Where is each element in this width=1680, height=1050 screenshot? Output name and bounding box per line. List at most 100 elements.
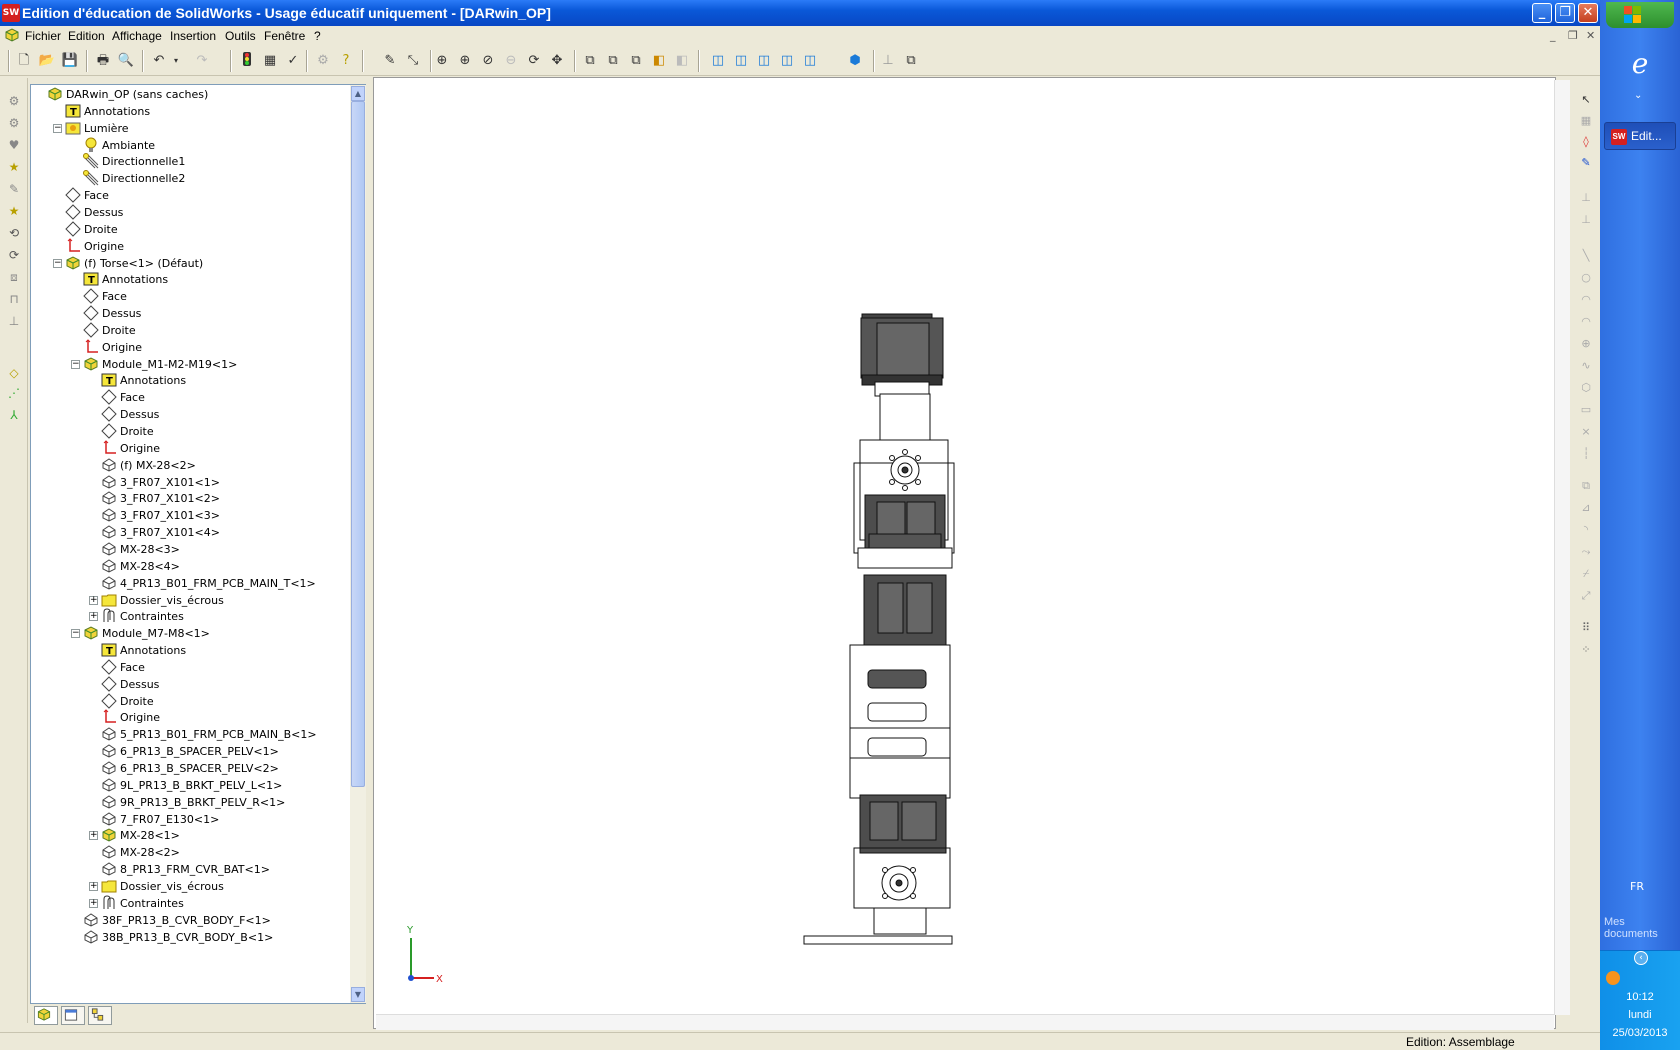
insert-component-icon[interactable]: ★ (5, 158, 23, 176)
my-documents-label[interactable]: Mes documents (1604, 916, 1680, 940)
wireframe-icon[interactable]: ⧉ (580, 51, 600, 71)
axis-tool-icon[interactable]: ⋰ (5, 384, 23, 402)
tree-item[interactable]: 6_PR13_B_SPACER_PELV<1> (101, 743, 279, 760)
print-icon[interactable]: 🖶 (93, 51, 113, 71)
collapse-icon[interactable]: − (53, 123, 62, 133)
select-icon[interactable]: ⚙ (313, 51, 333, 71)
tree-item[interactable]: Contraintes (101, 608, 184, 625)
line-icon[interactable]: ╲ (1578, 248, 1594, 264)
tree-item[interactable]: T Annotations (101, 372, 186, 389)
hidden-lines-visible-icon[interactable]: ⧉ (603, 51, 623, 71)
smart-dim-icon[interactable]: ⊥ (1578, 212, 1594, 228)
tree-item[interactable]: Face (101, 659, 145, 676)
tree-item[interactable]: Dessus (101, 676, 159, 693)
tray-app-icon[interactable] (1606, 971, 1620, 985)
tree-item[interactable]: Droite (101, 423, 154, 440)
tree-item[interactable]: MX-28<2> (101, 844, 180, 861)
dimension-icon[interactable]: ⊥ (1578, 190, 1594, 206)
graphics-horizontal-scrollbar[interactable] (376, 1014, 1554, 1030)
edit-component-icon[interactable]: ✎ (5, 180, 23, 198)
language-indicator[interactable]: FR (1630, 880, 1644, 893)
tree-item[interactable]: Dessus (65, 204, 123, 221)
zoom-in-out-icon[interactable]: ⊘ (478, 51, 498, 71)
tree-item[interactable]: 8_PR13_FRM_CVR_BAT<1> (101, 861, 270, 878)
help-icon[interactable]: ? (336, 51, 356, 71)
tree-item[interactable]: Lumière (65, 120, 129, 137)
tree-item[interactable]: 4_PR13_B01_FRM_PCB_MAIN_T<1> (101, 575, 316, 592)
eraser-icon[interactable]: ◊ (1578, 134, 1594, 150)
undo-dropdown-icon[interactable]: ▾ (166, 51, 186, 71)
tree-item[interactable]: Dessus (101, 406, 159, 423)
mirror-icon[interactable]: ⧉ (1578, 478, 1594, 494)
tree-item[interactable]: Origine (65, 237, 124, 255)
tree-item[interactable]: Ambiante (83, 137, 155, 154)
right-view-icon[interactable]: ◫ (777, 51, 797, 71)
pen-icon[interactable]: ✎ (1578, 155, 1594, 171)
linear-pattern-icon[interactable]: ⠿ (1578, 620, 1594, 636)
trim-icon[interactable]: ⌿ (1578, 566, 1594, 582)
isometric-view-icon[interactable]: ⬢ (845, 51, 865, 71)
doc-close-button[interactable]: ✕ (1586, 29, 1595, 42)
coordinate-system-icon[interactable]: ⅄ (5, 406, 23, 424)
tree-item[interactable]: 3_FR07_X101<2> (101, 490, 220, 507)
front-view-icon[interactable]: ◫ (708, 51, 728, 71)
center-icon[interactable]: ⊕ (1578, 336, 1594, 352)
zoom-area-icon[interactable]: ⊕ (455, 51, 475, 71)
tree-item[interactable]: (f) MX-28<2> (101, 457, 196, 474)
point-icon[interactable]: × (1578, 424, 1594, 440)
tree-item[interactable]: MX-28<1> (101, 827, 180, 844)
tree-item[interactable]: 9R_PR13_B_BRKT_PELV_R<1> (101, 794, 285, 811)
expand-icon[interactable]: + (89, 898, 98, 908)
menu-edition[interactable]: Edition (68, 29, 105, 43)
move-component-icon[interactable]: ⟲ (5, 224, 23, 242)
tree-item[interactable]: Origine (83, 339, 142, 356)
menu-insertion[interactable]: Insertion (170, 29, 216, 43)
smart-dimension-icon[interactable]: ⤡ (403, 51, 423, 71)
tree-item[interactable]: 6_PR13_B_SPACER_PELV<2> (101, 760, 279, 777)
view-orientation-icon[interactable]: ⧉ (901, 51, 921, 71)
tree-item[interactable]: 3_FR07_X101<3> (101, 507, 220, 524)
zoom-fit-icon[interactable]: ⊕ (432, 51, 452, 71)
tree-item[interactable]: Face (101, 389, 145, 406)
menu-help[interactable]: ? (314, 29, 321, 43)
tree-scrollbar[interactable]: ▲ ▼ (350, 85, 366, 1003)
save-icon[interactable]: 💾 (60, 51, 80, 71)
sketch-icon[interactable]: ✎ (380, 51, 400, 71)
rebuild-icon[interactable] (237, 51, 257, 71)
print-preview-icon[interactable]: 🔍 (116, 51, 136, 71)
expand-icon[interactable]: + (89, 881, 98, 891)
tree-item[interactable]: Directionnelle1 (83, 153, 185, 170)
zoom-selection-icon[interactable]: ⊖ (501, 51, 521, 71)
restore-button[interactable]: ❐ (1555, 3, 1575, 23)
circle-icon[interactable]: ○ (1578, 270, 1594, 286)
collision-icon[interactable]: ⊥ (5, 312, 23, 330)
minimize-button[interactable]: _ (1532, 3, 1552, 23)
arc-icon[interactable]: ◠ (1578, 292, 1594, 308)
scroll-thumb[interactable] (351, 101, 365, 787)
rotate-component-icon[interactable]: ⟳ (5, 246, 23, 264)
tree-item[interactable]: 3_FR07_X101<4> (101, 524, 220, 541)
rotate-icon[interactable]: ⟳ (524, 51, 544, 71)
mate-icon[interactable]: ⚙ (5, 114, 23, 132)
tree-item[interactable]: 38B_PR13_B_CVR_BODY_B<1> (83, 929, 273, 946)
component-icon[interactable]: ♥ (5, 136, 23, 154)
model-view[interactable]: Y X (374, 78, 1555, 1028)
tree-item[interactable]: Dossier_vis_écrous (101, 592, 224, 609)
clock-time[interactable]: 10:12 (1600, 991, 1680, 1003)
open-icon[interactable]: 📂 (37, 51, 57, 71)
customize-icon[interactable]: ✓ (283, 51, 303, 71)
options-icon[interactable]: ▦ (260, 51, 280, 71)
shaded-icon[interactable]: ◧ (672, 51, 692, 71)
tree-item[interactable]: Droite (83, 322, 136, 339)
circular-pattern-icon[interactable]: ⁘ (1578, 642, 1594, 658)
scroll-up-icon[interactable]: ▲ (351, 86, 365, 101)
scroll-down-icon[interactable]: ▼ (351, 987, 365, 1002)
expand-icon[interactable]: + (89, 831, 98, 841)
new-icon[interactable]: 🗋 (14, 51, 34, 71)
tree-item[interactable]: MX-28<3> (101, 541, 180, 558)
tree-item[interactable]: Dossier_vis_écrous (101, 878, 224, 895)
chevron-down-icon[interactable]: ⌄ (1634, 90, 1642, 101)
menu-outils[interactable]: Outils (225, 29, 256, 43)
tree-item[interactable]: Face (83, 288, 127, 305)
tree-item[interactable]: 5_PR13_B01_FRM_PCB_MAIN_B<1> (101, 726, 317, 743)
